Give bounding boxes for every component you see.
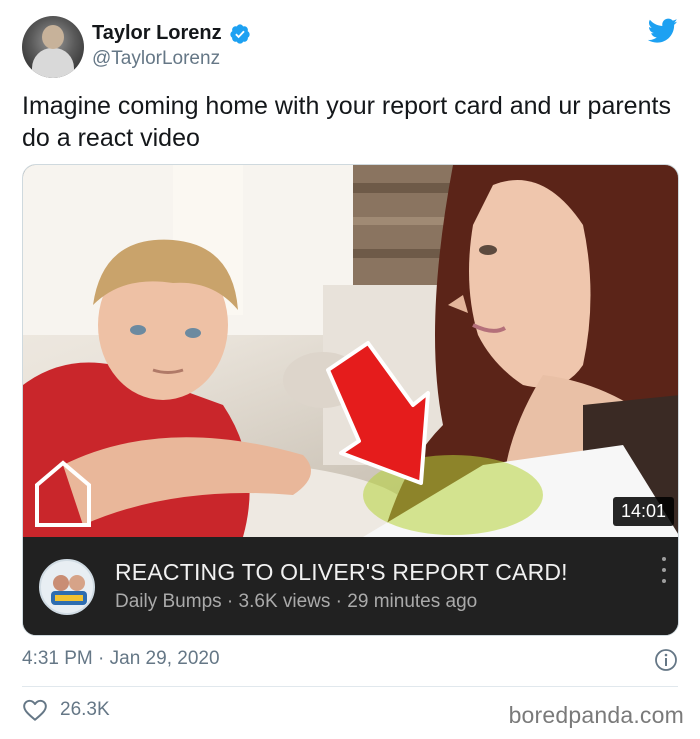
author-display-name[interactable]: Taylor Lorenz [92,22,222,45]
heart-icon[interactable] [22,698,48,722]
twitter-bird-icon[interactable] [648,18,678,44]
divider [22,686,678,687]
more-vertical-icon[interactable] [660,557,668,583]
thumbnail-scene [23,165,678,537]
author-avatar[interactable] [22,16,84,78]
video-thumbnail[interactable]: 14:01 [23,165,678,537]
tweet-timestamp[interactable]: 4:31 PM · Jan 29, 2020 [22,648,220,670]
video-duration-badge: 14:01 [612,497,674,526]
like-row[interactable]: 26.3K [22,698,110,722]
channel-avatar[interactable] [39,559,95,615]
video-embed-card[interactable]: 14:01 REACTING TO OLIVER'S REPORT CARD! … [22,164,679,636]
tweet-card: Taylor Lorenz @TaylorLorenz Imagine comi… [0,0,700,739]
verified-badge-icon [230,23,250,44]
like-count: 26.3K [60,699,110,720]
video-title[interactable]: REACTING TO OLIVER'S REPORT CARD! [115,559,568,586]
tweet-text: Imagine coming home with your report car… [22,92,671,152]
info-icon[interactable] [654,648,678,672]
author-handle[interactable]: @TaylorLorenz [92,48,220,70]
video-meta: Daily Bumps · 3.6K views · 29 minutes ag… [115,591,478,612]
video-info-bar: REACTING TO OLIVER'S REPORT CARD! Daily … [23,537,678,635]
author-name-row: Taylor Lorenz [92,22,251,45]
watermark: boredpanda.com [508,702,684,728]
